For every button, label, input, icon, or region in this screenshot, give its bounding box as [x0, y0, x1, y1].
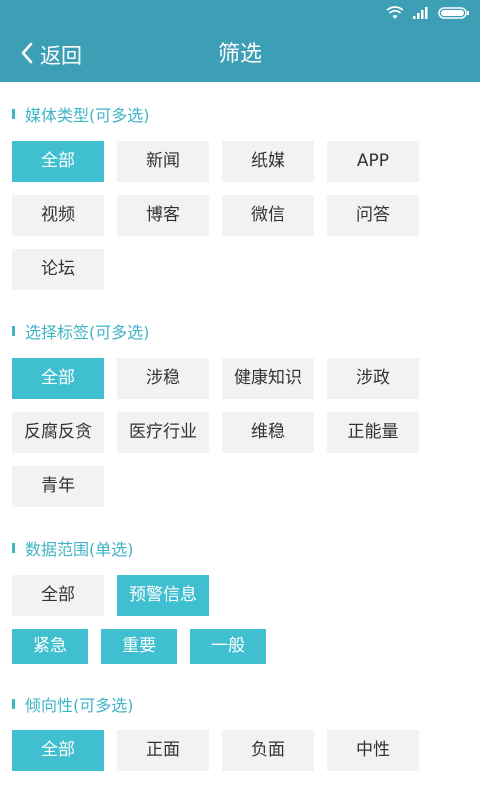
section-title: 倾向性(可多选) — [12, 692, 134, 716]
option-chip[interactable]: 健康知识 — [222, 358, 314, 399]
option-chip[interactable]: 预警信息 — [117, 575, 209, 616]
tag-options: 全部 涉稳 健康知识 涉政 反腐反贪 医疗行业 维稳 正能量 青年 — [12, 358, 432, 507]
section-marker — [12, 543, 15, 553]
battery-icon — [438, 5, 470, 24]
section-title-text: 媒体类型(可多选) — [25, 106, 150, 125]
sentiment-options: 全部 正面 负面 中性 — [12, 730, 432, 771]
option-chip[interactable]: 中性 — [327, 730, 419, 771]
option-chip[interactable]: 问答 — [327, 195, 419, 236]
option-chip[interactable]: 全部 — [12, 358, 104, 399]
wifi-icon — [386, 5, 404, 24]
option-chip[interactable]: 医疗行业 — [117, 412, 209, 453]
section-marker — [12, 109, 15, 119]
option-chip[interactable]: 全部 — [12, 730, 104, 771]
section-title: 选择标签(可多选) — [12, 319, 150, 343]
media-type-options: 全部 新闻 纸媒 APP 视频 博客 微信 问答 论坛 — [12, 141, 432, 290]
section-title: 数据范围(单选) — [12, 536, 134, 560]
signal-icon — [412, 5, 430, 24]
option-chip[interactable]: 纸媒 — [222, 141, 314, 182]
option-chip[interactable]: 涉稳 — [117, 358, 209, 399]
chevron-left-icon — [20, 41, 34, 69]
option-chip[interactable]: 博客 — [117, 195, 209, 236]
option-chip[interactable]: 维稳 — [222, 412, 314, 453]
section-title-text: 选择标签(可多选) — [25, 323, 150, 342]
option-chip[interactable]: 全部 — [12, 141, 104, 182]
option-chip[interactable]: 视频 — [12, 195, 104, 236]
option-chip[interactable]: 正面 — [117, 730, 209, 771]
section-title: 媒体类型(可多选) — [12, 102, 150, 126]
section-title-text: 倾向性(可多选) — [25, 696, 134, 715]
section-marker — [12, 699, 15, 709]
option-chip[interactable]: 全部 — [12, 575, 104, 616]
data-range-options: 全部 预警信息 — [12, 575, 432, 616]
option-chip[interactable]: 负面 — [222, 730, 314, 771]
header-bar: 返回 筛选 — [0, 28, 480, 82]
warning-level-chip[interactable]: 重要 — [101, 629, 177, 664]
option-chip[interactable]: APP — [327, 141, 419, 182]
option-chip[interactable]: 青年 — [12, 466, 104, 507]
option-chip[interactable]: 论坛 — [12, 249, 104, 290]
option-chip[interactable]: 反腐反贪 — [12, 412, 104, 453]
section-marker — [12, 326, 15, 336]
option-chip[interactable]: 正能量 — [327, 412, 419, 453]
option-chip[interactable]: 涉政 — [327, 358, 419, 399]
back-label: 返回 — [40, 44, 82, 68]
warning-level-options: 紧急 重要 一般 — [12, 629, 266, 664]
back-button[interactable]: 返回 — [20, 40, 82, 70]
option-chip[interactable]: 微信 — [222, 195, 314, 236]
section-title-text: 数据范围(单选) — [25, 540, 134, 559]
warning-level-chip[interactable]: 一般 — [190, 629, 266, 664]
option-chip[interactable]: 新闻 — [117, 141, 209, 182]
warning-level-chip[interactable]: 紧急 — [12, 629, 88, 664]
status-bar — [0, 0, 480, 28]
status-icons — [386, 5, 470, 23]
